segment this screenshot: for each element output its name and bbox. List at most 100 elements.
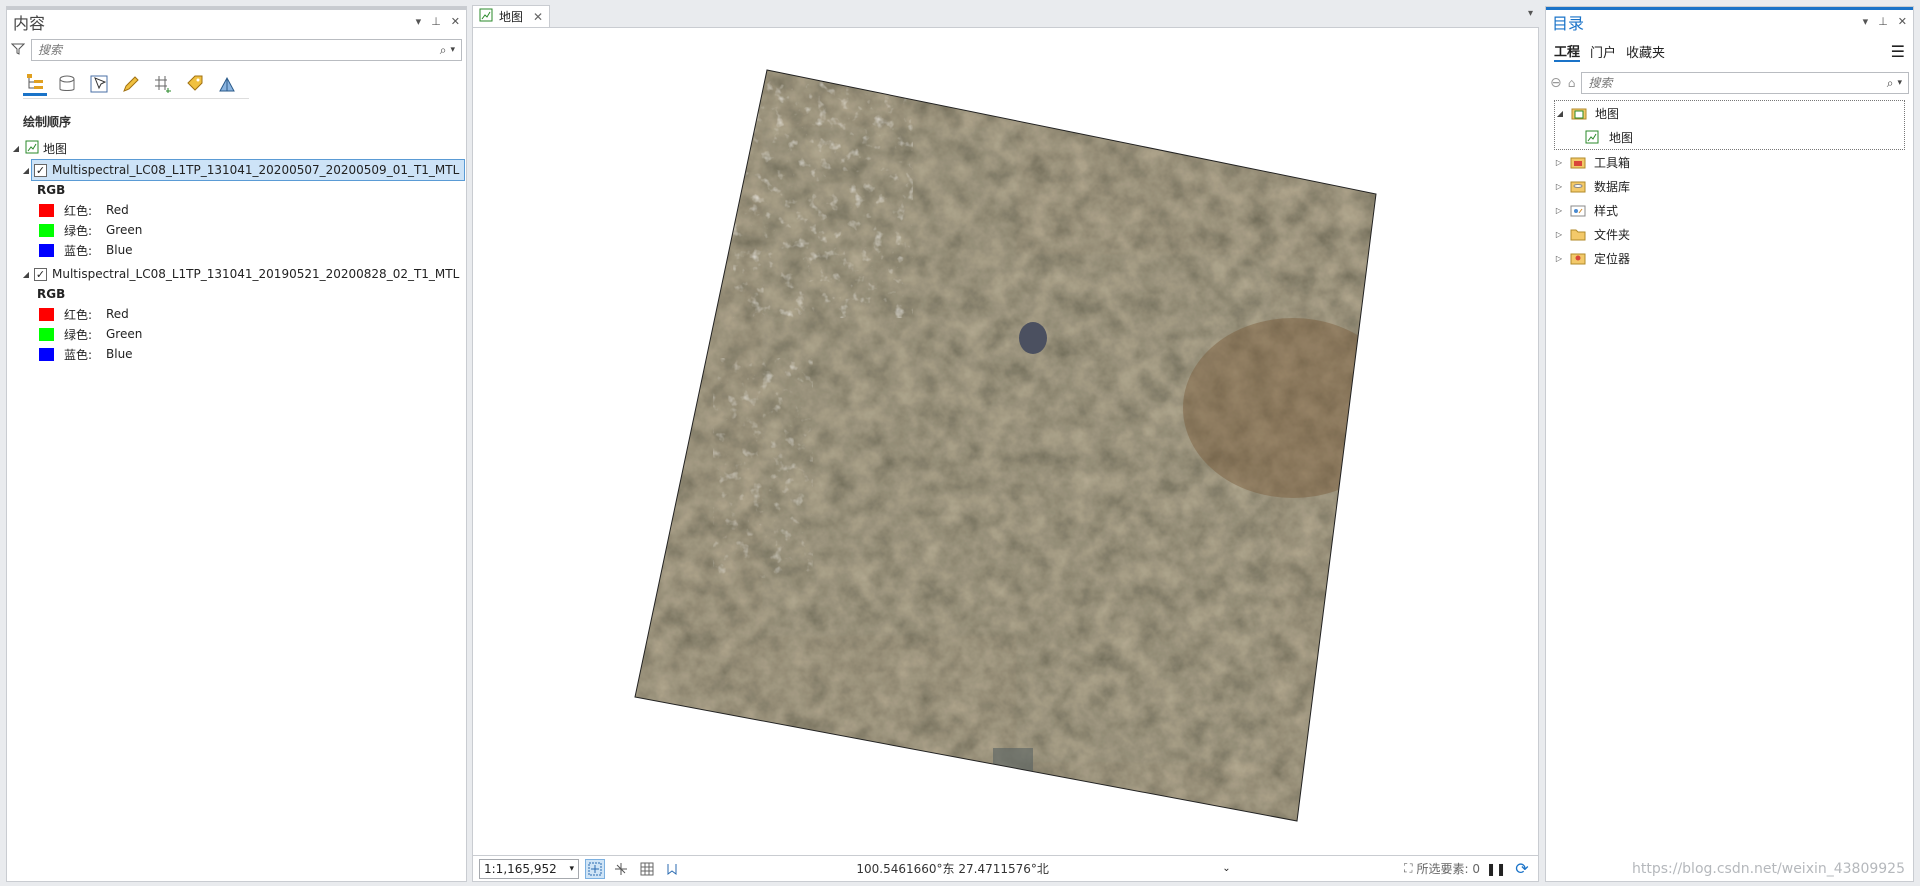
red-swatch: [39, 307, 54, 321]
collapse-icon[interactable]: ◢: [21, 166, 31, 175]
contents-pane-title: 内容: [13, 13, 46, 33]
pane-options-dropdown-icon[interactable]: ▾: [1863, 15, 1869, 28]
legend-item: 红色: Red: [39, 304, 466, 324]
pin-icon[interactable]: ⊥: [1878, 15, 1888, 28]
map-folder-icon: [1571, 106, 1587, 120]
layer-name[interactable]: Multispectral_LC08_L1TP_131041_20190521_…: [52, 267, 459, 281]
catalog-item-databases[interactable]: ▷ 数据库: [1554, 174, 1905, 198]
legend-channel: 红色:: [64, 307, 93, 322]
legend-title: RGB: [37, 183, 66, 197]
database-icon: [1570, 179, 1586, 193]
chevron-down-icon[interactable]: ▾: [569, 864, 574, 874]
catalog-item-label: 地图: [1595, 106, 1620, 121]
catalog-item-maps[interactable]: ◢ 地图: [1555, 101, 1904, 125]
catalog-item-map[interactable]: 地图: [1555, 125, 1904, 149]
map-canvas[interactable]: [472, 27, 1539, 856]
filter-icon[interactable]: [10, 42, 26, 59]
map-node[interactable]: ◢ 地图: [7, 138, 466, 158]
catalog-item-folders[interactable]: ▷ 文件夹: [1554, 222, 1905, 246]
pin-icon[interactable]: ⊥: [431, 15, 441, 28]
fixed-scale-icon[interactable]: [611, 859, 631, 879]
tab-favorites[interactable]: 收藏夹: [1626, 42, 1665, 61]
catalog-item-locators[interactable]: ▷ 定位器: [1554, 246, 1905, 270]
contents-view-toolbar: [23, 69, 249, 99]
selected-features-label: 所选要素: 0: [1416, 862, 1480, 876]
scale-selector[interactable]: 1:1,165,952 ▾: [479, 858, 579, 879]
collapse-icon[interactable]: ◢: [11, 144, 21, 153]
coordinate-format-dropdown-icon[interactable]: ⌄: [1222, 863, 1230, 874]
map-icon: [479, 8, 493, 25]
catalog-selected-group: ◢ 地图 地图: [1554, 100, 1905, 150]
fixed-extent-icon[interactable]: [585, 858, 605, 879]
blue-swatch: [39, 243, 54, 257]
legend-channel: 红色:: [64, 203, 93, 218]
catalog-search-box[interactable]: ⌕ ▾: [1581, 72, 1909, 94]
legend-band: Blue: [106, 347, 133, 361]
catalog-tree: ◢ 地图 地图 ▷ 工具箱 ▷ 数据库 ▷ 样式 ▷ 文件夹 ▷ 定位器: [1554, 100, 1905, 270]
search-options-icon[interactable]: ▾: [450, 45, 455, 55]
map-node-label: 地图: [43, 141, 68, 156]
list-by-selection-icon[interactable]: [87, 72, 111, 96]
green-swatch: [39, 223, 54, 237]
list-by-labeling-icon[interactable]: [183, 72, 207, 96]
map-tab-label: 地图: [499, 10, 524, 24]
catalog-search-input[interactable]: [1588, 76, 1887, 90]
legend-title: RGB: [37, 287, 66, 301]
contents-pane: 内容 ▾ ⊥ ✕ ⌕ ▾: [6, 6, 467, 882]
map-view-container: 地图 ✕ ▾ 1:1,165,952 ▾ 100.5461660°东 27.47…: [472, 0, 1539, 886]
expand-icon[interactable]: ▷: [1554, 158, 1564, 167]
pane-options-dropdown-icon[interactable]: ▾: [416, 15, 422, 28]
folder-icon: [1570, 227, 1586, 241]
snapping-icon[interactable]: [663, 859, 683, 879]
close-pane-icon[interactable]: ✕: [1898, 15, 1907, 28]
list-by-perspective-imagery-icon[interactable]: [215, 72, 239, 96]
catalog-pane: 目录 ▾ ⊥ ✕ 工程 门户 收藏夹 ☰ ⊖ ⌂ ⌕ ▾ ◢ 地图: [1545, 6, 1914, 882]
grid-icon[interactable]: [637, 859, 657, 879]
layer-visibility-checkbox[interactable]: ✓: [34, 163, 47, 177]
layer-row[interactable]: ◢ ✓ Multispectral_LC08_L1TP_131041_20200…: [7, 159, 466, 181]
list-by-drawing-order-icon[interactable]: [23, 72, 47, 96]
contents-search-input[interactable]: [38, 43, 440, 57]
close-pane-icon[interactable]: ✕: [451, 15, 460, 28]
home-icon[interactable]: ⌂: [1568, 76, 1576, 90]
tab-project[interactable]: 工程: [1554, 41, 1581, 62]
map-tab[interactable]: 地图 ✕: [472, 5, 551, 27]
menu-icon[interactable]: ☰: [1891, 42, 1905, 61]
back-icon[interactable]: ⊖: [1550, 75, 1562, 91]
layer-name[interactable]: Multispectral_LC08_L1TP_131041_20200507_…: [52, 163, 459, 177]
catalog-item-label: 样式: [1594, 203, 1619, 218]
expand-icon[interactable]: ▷: [1554, 206, 1564, 215]
locator-icon: [1570, 251, 1586, 265]
contents-search-box[interactable]: ⌕ ▾: [31, 39, 462, 61]
search-icon[interactable]: ⌕: [1887, 76, 1894, 91]
tab-list-dropdown-icon[interactable]: ▾: [1528, 8, 1533, 19]
catalog-item-styles[interactable]: ▷ 样式: [1554, 198, 1905, 222]
select-features-icon[interactable]: ⛶: [1404, 861, 1412, 876]
list-by-snapping-icon[interactable]: [151, 72, 175, 96]
legend-band: Blue: [106, 243, 133, 257]
close-tab-icon[interactable]: ✕: [533, 10, 543, 24]
expand-icon[interactable]: ▷: [1554, 254, 1564, 263]
refresh-icon[interactable]: ⟳: [1512, 859, 1532, 879]
catalog-item-label: 地图: [1609, 130, 1634, 145]
toolbox-icon: [1570, 155, 1586, 169]
expand-icon[interactable]: ▷: [1554, 182, 1564, 191]
collapse-icon[interactable]: ◢: [1555, 109, 1565, 118]
layer-visibility-checkbox[interactable]: ✓: [34, 267, 47, 281]
blue-swatch: [39, 347, 54, 361]
pause-drawing-icon[interactable]: ❚❚: [1486, 859, 1506, 879]
list-by-editing-icon[interactable]: [119, 72, 143, 96]
expand-icon[interactable]: ▷: [1554, 230, 1564, 239]
search-options-icon[interactable]: ▾: [1897, 78, 1902, 88]
search-icon[interactable]: ⌕: [440, 43, 447, 58]
list-by-data-source-icon[interactable]: [55, 72, 79, 96]
layer-row[interactable]: ◢ ✓ Multispectral_LC08_L1TP_131041_20190…: [7, 264, 466, 284]
legend-channel: 蓝色:: [64, 347, 93, 362]
collapse-icon[interactable]: ◢: [21, 270, 31, 279]
catalog-item-toolboxes[interactable]: ▷ 工具箱: [1554, 150, 1905, 174]
map-icon: [25, 140, 39, 157]
red-swatch: [39, 203, 54, 217]
tab-portal[interactable]: 门户: [1590, 42, 1616, 61]
legend-item: 绿色: Green: [39, 220, 466, 240]
catalog-tabs: 工程 门户 收藏夹 ☰: [1554, 41, 1913, 62]
